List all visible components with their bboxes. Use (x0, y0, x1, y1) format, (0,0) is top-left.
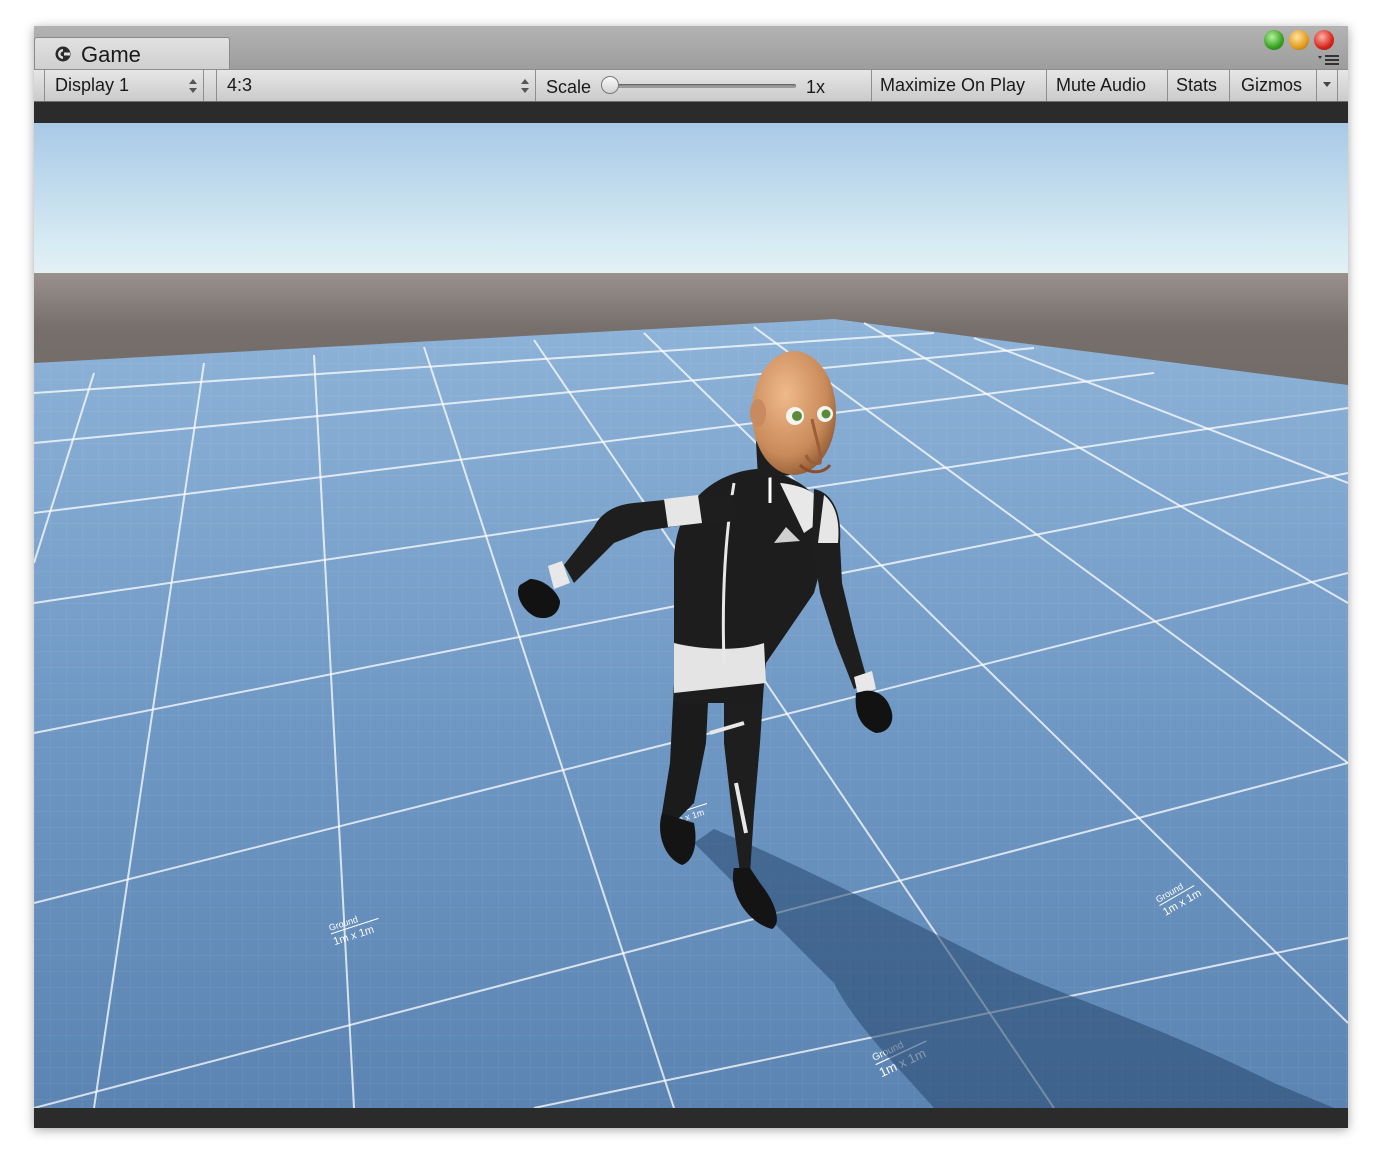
game-viewport[interactable]: Ground 1m x 1m Ground 1m x 1m Ground 1m … (34, 102, 1348, 1128)
game-window: Game Display 1 4:3 Scale 1x Maximize On … (34, 26, 1348, 1128)
game-scene[interactable]: Ground 1m x 1m Ground 1m x 1m Ground 1m … (34, 123, 1348, 1108)
stats-label: Stats (1176, 75, 1218, 95)
stats-button[interactable]: Stats (1168, 70, 1230, 101)
mute-audio-button[interactable]: Mute Audio (1047, 70, 1168, 101)
updown-arrows-icon (521, 79, 529, 93)
panel-menu-icon[interactable] (1317, 53, 1341, 67)
maximize-on-play-button[interactable]: Maximize On Play (872, 70, 1047, 101)
sky (34, 123, 1348, 283)
zoom-window-icon[interactable] (1264, 30, 1284, 50)
game-toolbar: Display 1 4:3 Scale 1x Maximize On Play … (34, 69, 1348, 102)
scale-value: 1x (806, 77, 826, 97)
scale-slider-track[interactable] (608, 84, 796, 88)
minimize-window-icon[interactable] (1289, 30, 1309, 50)
aspect-select-value: 4:3 (227, 75, 253, 95)
title-bar: Game (34, 26, 1348, 70)
gizmos-label: Gizmos (1241, 75, 1303, 95)
display-select-value: Display 1 (55, 75, 130, 95)
display-select[interactable]: Display 1 (44, 70, 204, 101)
tab-game[interactable]: Game (34, 37, 230, 70)
scale-slider-thumb[interactable] (601, 76, 619, 94)
close-window-icon[interactable] (1314, 30, 1334, 50)
gizmos-button[interactable]: Gizmos (1230, 70, 1317, 101)
mute-audio-label: Mute Audio (1056, 75, 1147, 95)
unity-game-icon (54, 45, 72, 63)
updown-arrows-icon (189, 79, 197, 93)
maximize-on-play-label: Maximize On Play (880, 75, 1026, 95)
scale-label: Scale (546, 77, 592, 97)
aspect-select[interactable]: 4:3 (216, 70, 536, 101)
tab-label: Game (81, 42, 141, 67)
chevron-down-icon (1323, 82, 1331, 87)
gizmos-dropdown[interactable] (1317, 70, 1338, 101)
